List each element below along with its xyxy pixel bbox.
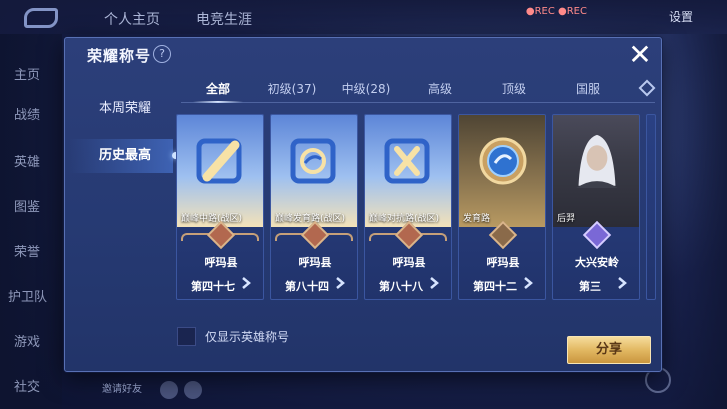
question-icon[interactable]: ?: [153, 45, 171, 63]
hero-title-only-label[interactable]: 仅显示英雄称号: [205, 328, 289, 345]
category-tabs: 全部 初级(37) 中级(28) 高级 顶级 国服: [181, 78, 659, 103]
card-region: 呼玛县: [486, 256, 520, 269]
hero-portrait-icon: [576, 134, 618, 188]
card-rank: 第八十四: [285, 280, 329, 293]
chevron-right-icon[interactable]: [239, 276, 253, 290]
tab-senior[interactable]: 高级: [403, 78, 477, 100]
share-button[interactable]: 分享: [567, 336, 651, 364]
bg-tab-profile[interactable]: 个人主页: [104, 9, 160, 29]
card-region: 呼玛县: [298, 256, 332, 269]
tab-top[interactable]: 顶级: [477, 78, 551, 100]
card-rank: 第三: [579, 280, 601, 293]
title-card-list: 巅峰中路(战区) 呼玛县 第四十七 巅峰发育路(战区) 呼玛县 第八十四 巅峰对…: [176, 114, 656, 300]
tab-junior[interactable]: 初级(37): [255, 78, 329, 100]
record-indicator: ●REC ●REC: [525, 6, 587, 17]
crossed-swords-icon: [384, 138, 430, 184]
bg-nav-honor[interactable]: 荣誉: [14, 241, 40, 260]
bg-nav-atlas[interactable]: 图鉴: [14, 196, 40, 215]
bg-nav-record[interactable]: 战绩: [14, 104, 40, 123]
title-card[interactable]: 巅峰发育路(战区) 呼玛县 第八十四: [270, 114, 358, 300]
title-card-partial[interactable]: [646, 114, 656, 300]
emoji-icon[interactable]: [184, 381, 202, 399]
card-title: 后羿: [557, 214, 576, 224]
emblem-icon: [479, 137, 527, 185]
sword-icon: [196, 138, 242, 184]
honor-title-modal: 荣耀称号 ? ✕ 本周荣耀 历史最高 全部 初级(37) 中级(28) 高级 顶…: [64, 37, 662, 372]
title-card[interactable]: 巅峰对抗路(战区) 呼玛县 第八十八: [364, 114, 452, 300]
card-title: 巅峰发育路(战区): [275, 214, 346, 224]
chevron-right-icon[interactable]: [333, 276, 347, 290]
tab-national[interactable]: 国服: [551, 78, 625, 100]
emoji-icon[interactable]: [160, 381, 178, 399]
card-title: 巅峰对抗路(战区): [369, 214, 440, 224]
chevron-right-icon[interactable]: [427, 276, 441, 290]
tab-all[interactable]: 全部: [181, 78, 255, 103]
title-card[interactable]: 后羿 大兴安岭 第三: [552, 114, 640, 300]
chevron-right-icon[interactable]: [615, 276, 629, 290]
card-rank: 第四十二: [473, 280, 517, 293]
card-region: 呼玛县: [392, 256, 426, 269]
background-left-nav: 主页 战绩 英雄 图鉴 荣誉 护卫队 游戏 社交: [0, 34, 62, 409]
title-card[interactable]: 发育路 呼玛县 第四十二: [458, 114, 546, 300]
bg-nav-guard[interactable]: 护卫队: [8, 286, 47, 305]
close-icon[interactable]: ✕: [627, 41, 653, 69]
hero-title-only-checkbox[interactable]: [177, 327, 196, 346]
title-card[interactable]: 巅峰中路(战区) 呼玛县 第四十七: [176, 114, 264, 300]
card-rank: 第四十七: [191, 280, 235, 293]
side-item-weekly[interactable]: 本周荣耀: [69, 92, 173, 126]
bg-nav-home[interactable]: 主页: [14, 64, 40, 83]
target-icon: [290, 138, 336, 184]
card-rank: 第八十八: [379, 280, 423, 293]
chat-input[interactable]: 邀请好友: [102, 380, 142, 395]
card-region: 呼玛县: [204, 256, 238, 269]
bg-nav-hero[interactable]: 英雄: [14, 151, 40, 170]
bg-nav-game[interactable]: 游戏: [14, 331, 40, 350]
background-right-panel: [667, 34, 727, 409]
settings-button[interactable]: 设置: [669, 8, 693, 25]
card-title: 巅峰中路(战区): [181, 214, 243, 224]
chevron-right-icon[interactable]: [521, 276, 535, 290]
side-item-history[interactable]: 历史最高: [69, 139, 179, 173]
tab-middle[interactable]: 中级(28): [329, 78, 403, 100]
back-logo-icon[interactable]: [24, 8, 58, 28]
tab-divider: [181, 102, 655, 103]
chat-emoji-row: [160, 381, 202, 399]
modal-title: 荣耀称号: [87, 47, 152, 65]
card-title: 发育路: [463, 214, 491, 224]
card-region: 大兴安岭: [575, 256, 619, 269]
bg-tab-esports[interactable]: 电竞生涯: [196, 9, 252, 29]
bg-nav-social[interactable]: 社交: [14, 376, 40, 395]
